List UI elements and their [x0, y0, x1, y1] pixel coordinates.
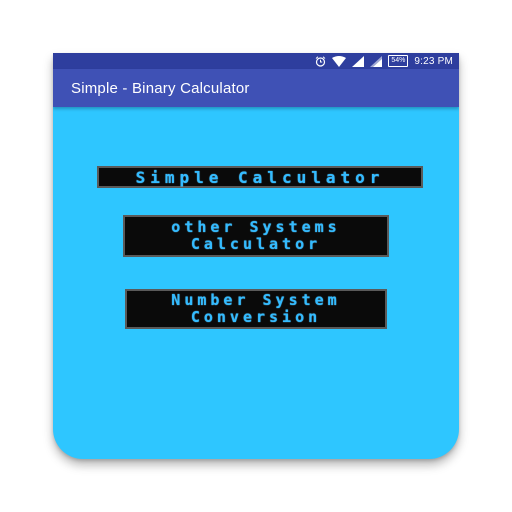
app-bar: Simple - Binary Calculator: [53, 69, 459, 107]
clock: 9:23 PM: [414, 55, 453, 67]
wifi-icon: [332, 55, 347, 67]
alarm-icon: [315, 55, 326, 67]
phone-screen: 54% 9:23 PM Simple - Binary Calculator S…: [53, 53, 459, 459]
app-title: Simple - Binary Calculator: [71, 79, 250, 97]
status-icons: 54% 9:23 PM: [315, 53, 453, 69]
battery-percent: 54%: [391, 57, 406, 64]
other-systems-calculator-button[interactable]: other Systems Calculator: [123, 215, 389, 257]
signal-icon: [370, 55, 383, 67]
signal-icon: [352, 55, 365, 67]
simple-calculator-button[interactable]: Simple Calculator: [97, 166, 423, 188]
number-system-conversion-button[interactable]: Number System Conversion: [125, 289, 387, 329]
battery-icon: 54%: [388, 55, 409, 67]
status-bar: 54% 9:23 PM: [53, 53, 459, 69]
